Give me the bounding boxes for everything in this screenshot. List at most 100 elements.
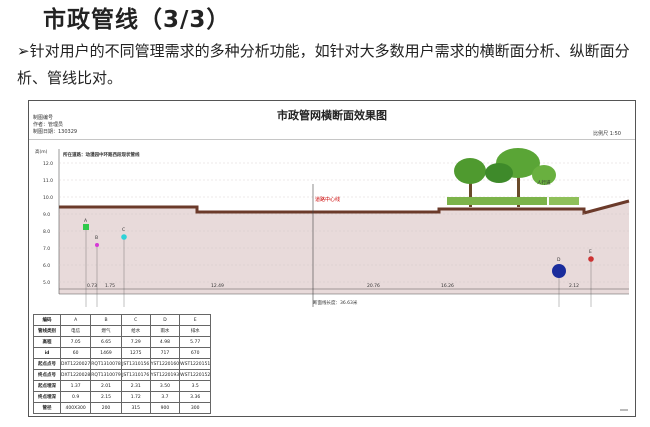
table-cell: 7.29 (120, 336, 151, 348)
pipe-e-label: E (589, 249, 592, 255)
y-tick-label: 11.0 (43, 178, 53, 184)
center-line-label: 道路中心线 (315, 196, 340, 203)
table-row: 编码 A B C D E (33, 314, 212, 326)
table-cell: 5.77 (179, 336, 212, 348)
dim-label: 2.12 (569, 283, 579, 289)
table-cell: 3.36 (179, 391, 212, 403)
dim-label: 20.76 (367, 283, 380, 289)
table-cell: 1275 (120, 347, 151, 359)
table-cell: 雨水 (149, 325, 181, 337)
table-cell: C (120, 314, 151, 326)
table-cell: 315 (120, 402, 151, 414)
table-cell: 3.7 (149, 391, 181, 403)
table-cell: YST1220193 (149, 369, 181, 381)
table-cell: 给水 (120, 325, 151, 337)
table-cell: 300 (179, 402, 212, 414)
pipe-a-marker (83, 224, 89, 230)
table-cell: 60 (59, 347, 92, 359)
table-cell: DXT1220027 (59, 358, 92, 370)
y-tick-label: 10.0 (43, 195, 53, 201)
scale-label: 比例尺 1:50 (593, 131, 621, 137)
table-cell: RQT1310078 (90, 358, 122, 370)
pipe-b-label: B (95, 235, 98, 241)
table-cell: 2.15 (90, 391, 122, 403)
table-cell: A (59, 314, 92, 326)
table-cell: YST1220160 (149, 358, 181, 370)
y-tick-label: 12.0 (43, 161, 53, 167)
trees (447, 148, 579, 207)
table-row: 起点点号 DXT1220027 RQT1310078 JST1310156 YST122… (33, 358, 212, 370)
pipe-d-label: D (557, 257, 561, 263)
table-cell: 高程 (33, 336, 61, 348)
road-label: 所在道路：动漫园中环路西段现状管线 (63, 151, 140, 158)
table-row: 终点埋深 0.9 2.15 1.72 3.7 3.36 (33, 391, 212, 403)
table-cell: 4.98 (149, 336, 181, 348)
dim-label: 16.26 (441, 283, 454, 289)
table-cell: 1.37 (59, 380, 92, 392)
pipe-b-marker (95, 243, 99, 247)
pipe-c-marker (121, 234, 127, 240)
table-row: id 60 1469 1275 717 670 (33, 347, 212, 359)
table-cell: id (33, 347, 61, 359)
tree-label: 人行道 (537, 179, 551, 186)
table-cell: 管线类别 (33, 325, 61, 337)
table-cell: 终点埋深 (33, 391, 61, 403)
table-cell: JST1310176 (120, 369, 151, 381)
slide-description: ➢针对用户的不同管理需求的多种分析功能，如针对大多数用户需求的横断面分析、纵断面… (17, 42, 630, 87)
dim-label: 1.75 (105, 283, 115, 289)
slide-title: 市政管线（3/3） (43, 7, 231, 33)
table-cell: JST1310156 (120, 358, 151, 370)
meta-line: 制图编号 (33, 115, 54, 121)
table-cell: 900 (149, 402, 181, 414)
y-tick-label: 9.0 (43, 212, 50, 218)
table-cell: 起点埋深 (33, 380, 61, 392)
table-cell: 3.50 (149, 380, 181, 392)
pipe-c-label: C (122, 227, 125, 233)
page-dot (620, 409, 628, 411)
table-row: 终点点号 DXT1220028 RQT1310079 JST1310176 YST122… (33, 369, 212, 381)
table-cell: 400X300 (59, 402, 92, 414)
y-tick-label: 6.0 (43, 263, 50, 269)
table-cell: D (149, 314, 181, 326)
table-cell: 排水 (179, 325, 212, 337)
table-cell: 3.5 (179, 380, 212, 392)
table-cell: B (90, 314, 122, 326)
pipe-attribute-table: 编码 A B C D E 管线类别 电信 燃气 给水 雨水 排水 高程 7.05 6.65 7.29 4.98 5… (33, 314, 212, 414)
dim-label: 0.73 (87, 283, 97, 289)
table-row: 管线类别 电信 燃气 给水 雨水 排水 (33, 325, 212, 337)
table-cell: 1469 (90, 347, 122, 359)
table-cell: 管径 (33, 402, 61, 414)
pipe-d-marker (552, 264, 566, 278)
table-row: 高程 7.05 6.65 7.29 4.98 5.77 (33, 336, 212, 348)
table-row: 起点埋深 1.37 2.01 2.31 3.50 3.5 (33, 380, 212, 392)
table-cell: 燃气 (90, 325, 122, 337)
table-cell: 0.9 (59, 391, 92, 403)
table-cell: 200 (90, 402, 122, 414)
y-unit-label: 高(m) (35, 148, 48, 155)
table-cell: RQT1310079 (90, 369, 122, 381)
table-cell: E (179, 314, 212, 326)
dim-label: 12.49 (211, 283, 224, 289)
table-cell: 6.65 (90, 336, 122, 348)
table-cell: 7.05 (59, 336, 92, 348)
table-cell: 2.31 (120, 380, 151, 392)
table-cell: 终点点号 (33, 369, 61, 381)
table-row: 管径 400X300 200 315 900 300 (33, 402, 212, 414)
y-tick-label: 7.0 (43, 246, 50, 252)
meta-line: 作者：管理员 (33, 122, 64, 128)
pipe-e-marker (588, 256, 594, 262)
y-tick-label: 8.0 (43, 229, 50, 235)
meta-line: 制图日期：130329 (33, 129, 78, 135)
total-width-label: 断面线长度：36.63米 (313, 299, 358, 306)
table-cell: 2.01 (90, 380, 122, 392)
drawing-title: 市政管网横断面效果图 (277, 109, 387, 122)
y-tick-label: 5.0 (43, 280, 50, 286)
table-cell: 1.72 (120, 391, 151, 403)
table-cell: WST1220152 (179, 369, 212, 381)
table-cell: DXT1220028 (59, 369, 92, 381)
soil-fill (59, 201, 629, 294)
table-cell: 编码 (33, 314, 61, 326)
table-cell: 717 (149, 347, 181, 359)
table-cell: 电信 (59, 325, 92, 337)
table-cell: WST1220151 (179, 358, 212, 370)
